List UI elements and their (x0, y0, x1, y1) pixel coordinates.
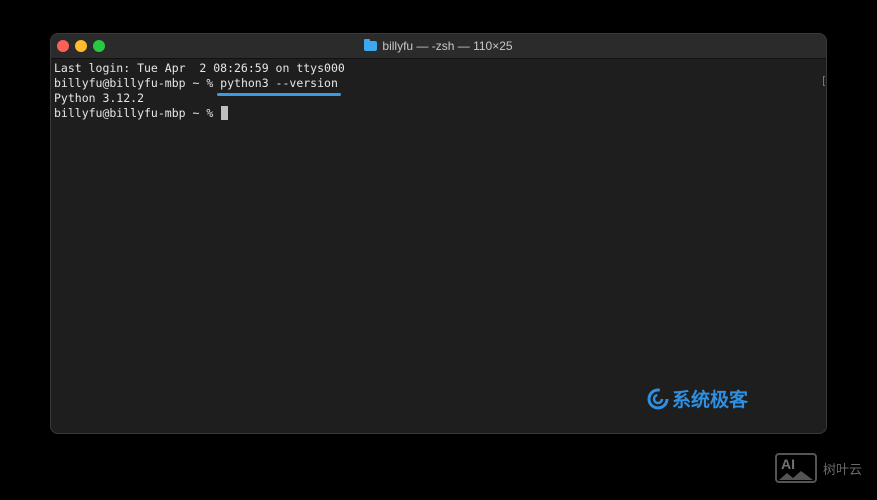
image-mountain-icon (779, 471, 813, 480)
swirl-logo-icon (647, 388, 669, 409)
watermark-text: 系统极客 (672, 389, 749, 411)
window-title: billyfu — -zsh — 110×25 (51, 34, 826, 58)
scroll-marker (823, 76, 825, 86)
python-version-output: Python 3.12.2 (54, 91, 145, 105)
folder-icon (364, 39, 378, 51)
prompt-line: billyfu@billyfu-mbp ~ % python3 --versio… (54, 76, 826, 96)
terminal-window: billyfu — -zsh — 110×25 Last login: Tue … (50, 33, 827, 434)
command-label: python3 --version (220, 76, 338, 90)
shell-prompt: billyfu@billyfu-mbp ~ % (54, 106, 221, 120)
last-login-line: Last login: Tue Apr 2 08:26:59 on ttys00… (54, 61, 345, 75)
window-title-text: billyfu — -zsh — 110×25 (382, 39, 513, 53)
ai-badge: AI (775, 453, 817, 483)
terminal-output[interactable]: Last login: Tue Apr 2 08:26:59 on ttys00… (54, 61, 826, 433)
title-bar[interactable]: billyfu — -zsh — 110×25 (51, 34, 826, 59)
text-cursor (221, 106, 229, 120)
active-prompt-line[interactable]: billyfu@billyfu-mbp ~ % (54, 106, 826, 121)
watermark: 系统极客 (647, 385, 748, 412)
corner-watermark-text: 树叶云 (823, 462, 863, 478)
corner-watermark: AI 树叶云 (775, 453, 862, 483)
shell-prompt: billyfu@billyfu-mbp ~ % (54, 76, 221, 90)
command-text: python3 --version (217, 76, 341, 96)
